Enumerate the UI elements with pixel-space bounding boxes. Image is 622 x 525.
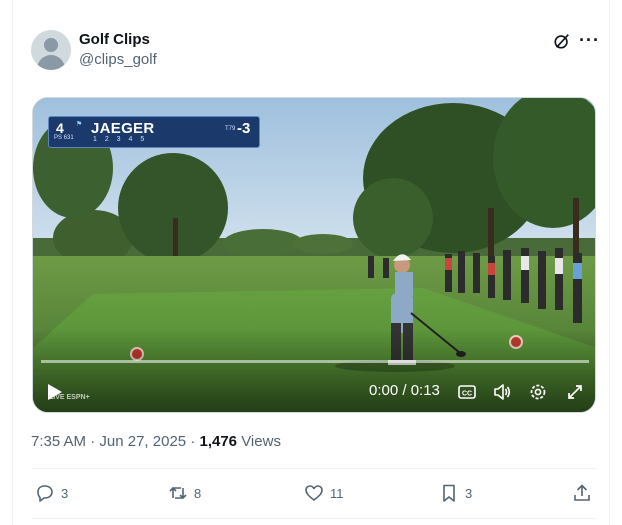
- post-card: Golf Clips @clips_golf ··· 4 PS 631 ⚑ JA…: [12, 0, 610, 525]
- scorebug-thru: T79: [225, 126, 236, 132]
- post-time[interactable]: 7:35 AM: [31, 433, 86, 450]
- author-handle[interactable]: @clips_golf: [79, 51, 157, 68]
- author-name[interactable]: Golf Clips: [79, 31, 150, 48]
- scorebug-par: PS 631: [54, 135, 74, 141]
- share-icon: [574, 484, 590, 501]
- bookmark-icon: [443, 484, 455, 502]
- repost-button[interactable]: 8: [168, 482, 201, 504]
- bookmark-count: 3: [465, 485, 473, 501]
- video-timecode: 0:00 / 0:13: [369, 382, 440, 399]
- reply-count: 3: [61, 485, 69, 501]
- view-count: 1,476: [199, 433, 238, 450]
- reply-icon: [37, 485, 53, 502]
- avatar[interactable]: [31, 30, 71, 70]
- post-meta: 7:35 AM · Jun 27, 2025 · 1,476 Views: [31, 433, 281, 450]
- reply-button[interactable]: 3: [35, 482, 68, 504]
- bookmark-button[interactable]: 3: [439, 482, 472, 504]
- broadcast-logo: LIVE ESPN+: [49, 394, 90, 401]
- scorebug: 4 PS 631 ⚑ JAEGER 1 2 3 4 5 T79 -3: [48, 116, 260, 148]
- like-count: 11: [330, 485, 344, 501]
- scorebug-player: JAEGER: [91, 120, 155, 137]
- views-label: Views: [241, 433, 281, 450]
- scorebug-score: -3: [237, 120, 251, 137]
- scorebug-hole: 4: [56, 120, 64, 136]
- divider: [31, 468, 597, 469]
- grok-icon[interactable]: [553, 32, 571, 50]
- fullscreen-icon[interactable]: [565, 382, 585, 402]
- video-progress-bar[interactable]: [41, 360, 589, 363]
- repost-count: 8: [194, 485, 202, 501]
- share-button[interactable]: [572, 482, 598, 504]
- heart-icon: [305, 485, 323, 501]
- scorebug-holes: 1 2 3 4 5: [93, 136, 148, 143]
- post-date[interactable]: Jun 27, 2025: [99, 433, 186, 450]
- divider: [31, 518, 597, 519]
- like-button[interactable]: 11: [304, 482, 344, 504]
- video-player[interactable]: 4 PS 631 ⚑ JAEGER 1 2 3 4 5 T79 -3 LIVE …: [32, 97, 596, 413]
- captions-icon[interactable]: CC: [457, 382, 477, 402]
- svg-text:CC: CC: [462, 391, 472, 398]
- more-icon[interactable]: ···: [579, 30, 599, 50]
- repost-icon: [169, 486, 187, 500]
- settings-icon[interactable]: [528, 382, 548, 402]
- volume-icon[interactable]: [492, 382, 512, 402]
- flag-icon: ⚑: [76, 121, 83, 128]
